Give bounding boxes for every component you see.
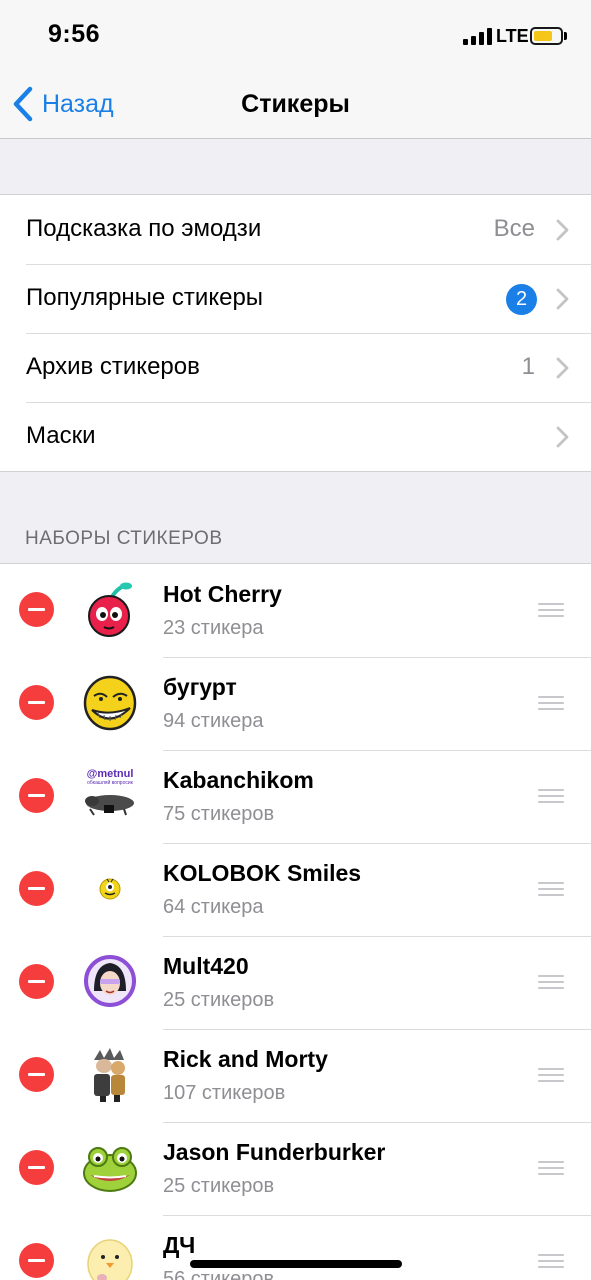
status-time: 9:56 — [48, 20, 101, 48]
sticker-set-name: Kabanchikom — [163, 767, 314, 793]
sticker-set-count: 75 стикеров — [163, 803, 275, 825]
delete-button[interactable] — [19, 1057, 54, 1092]
sticker-set-count: 56 стикеров — [163, 1268, 275, 1280]
mult-sticker-icon — [84, 955, 136, 1007]
chevron-right-icon — [556, 357, 569, 379]
navigation-bar: Назад Стикеры — [0, 70, 591, 139]
sticker-set-row[interactable]: Hot Cherry 23 стикера — [0, 564, 591, 657]
delete-button[interactable] — [19, 871, 54, 906]
sticker-set-count: 23 стикера — [163, 617, 264, 639]
boar-sticker-icon: @metnul обкашляй вопросик — [85, 768, 134, 816]
row-label: Подсказка по эмодзи — [26, 215, 262, 242]
sticker-set-row[interactable]: KOLOBOK Smiles 64 стикера — [0, 843, 591, 936]
sticker-set-row[interactable]: Mult420 25 стикеров — [0, 936, 591, 1029]
sticker-set-name: Mult420 — [163, 953, 249, 979]
network-type: LTE — [496, 26, 529, 46]
sticker-set-name: KOLOBOK Smiles — [163, 860, 362, 886]
reorder-handle-icon[interactable] — [538, 882, 564, 896]
page-title: Стикеры — [241, 90, 350, 118]
battery-nub — [564, 32, 567, 40]
sticker-set-name: бугурт — [163, 674, 237, 700]
sticker-set-name: Hot Cherry — [163, 581, 282, 607]
sticker-set-name: Jason Funderburker — [163, 1139, 386, 1165]
sticker-set-count: 107 стикеров — [163, 1082, 286, 1104]
status-bar: 9:56 LTE — [0, 0, 591, 70]
chevron-right-icon — [556, 288, 569, 310]
sticker-set-row[interactable]: Rick and Morty 107 стикеров — [0, 1029, 591, 1122]
delete-button[interactable] — [19, 1150, 54, 1185]
sticker-set-count: 64 стикера — [163, 896, 264, 918]
battery-icon — [530, 27, 563, 45]
row-masks[interactable]: Маски — [0, 402, 591, 471]
delete-button[interactable] — [19, 964, 54, 999]
sticker-set-row[interactable]: Jason Funderburker 25 стикеров — [0, 1122, 591, 1215]
section-header-sticker-sets: НАБОРЫ СТИКЕРОВ — [25, 528, 223, 549]
row-value: Все — [493, 215, 535, 242]
reorder-handle-icon[interactable] — [538, 1161, 564, 1175]
cherry-sticker-icon — [88, 582, 132, 637]
reorder-handle-icon[interactable] — [538, 789, 564, 803]
reorder-handle-icon[interactable] — [538, 975, 564, 989]
row-label: Популярные стикеры — [26, 284, 264, 311]
delete-button[interactable] — [19, 778, 54, 813]
delete-button[interactable] — [19, 685, 54, 720]
frog-sticker-icon — [83, 1147, 137, 1192]
row-trending-stickers[interactable]: Популярные стикеры 2 — [0, 264, 591, 333]
reorder-handle-icon[interactable] — [538, 1068, 564, 1082]
row-label: Маски — [26, 422, 96, 449]
home-indicator[interactable] — [190, 1260, 402, 1268]
sticker-set-count: 25 стикеров — [163, 989, 275, 1011]
sticker-set-name: Rick and Morty — [163, 1046, 328, 1072]
stickers-settings-screen: 9:56 LTE Назад Стикеры Подсказка по эмод… — [0, 0, 591, 1280]
row-emoji-suggestions[interactable]: Подсказка по эмодзи Все — [0, 195, 591, 264]
unread-badge: 2 — [506, 284, 537, 315]
reorder-handle-icon[interactable] — [538, 696, 564, 710]
reorder-handle-icon[interactable] — [538, 1254, 564, 1268]
sticker-sets-list: Hot Cherry 23 стикера бугурт 94 стикера — [0, 563, 591, 1280]
chick-sticker-icon — [87, 1239, 133, 1280]
troll-face-sticker-icon — [83, 675, 137, 731]
signal-strength-icon — [463, 28, 493, 45]
sticker-set-count: 25 стикеров — [163, 1175, 275, 1197]
delete-button[interactable] — [19, 1243, 54, 1278]
battery-level — [534, 31, 552, 41]
delete-button[interactable] — [19, 592, 54, 627]
sticker-set-count: 94 стикера — [163, 710, 264, 732]
sticker-thumb-caption: обкашляй вопросик — [87, 779, 133, 786]
chevron-right-icon — [556, 219, 569, 241]
settings-group: Подсказка по эмодзи Все Популярные стике… — [0, 194, 591, 472]
row-archived-stickers[interactable]: Архив стикеров 1 — [0, 333, 591, 402]
sticker-set-row[interactable]: ДЧ 56 стикеров — [0, 1215, 591, 1280]
sticker-set-name: ДЧ — [163, 1232, 196, 1258]
kolobok-sticker-icon — [99, 878, 121, 900]
sticker-thumb-text: @metnul — [87, 768, 134, 780]
row-value: 1 — [521, 353, 535, 380]
sticker-set-row[interactable]: @metnul обкашляй вопросик Kabanchikom 75… — [0, 750, 591, 843]
row-label: Архив стикеров — [26, 353, 200, 380]
reorder-handle-icon[interactable] — [538, 603, 564, 617]
rick-morty-sticker-icon — [94, 1048, 125, 1102]
sticker-set-row[interactable]: бугурт 94 стикера — [0, 657, 591, 750]
chevron-right-icon — [556, 426, 569, 448]
